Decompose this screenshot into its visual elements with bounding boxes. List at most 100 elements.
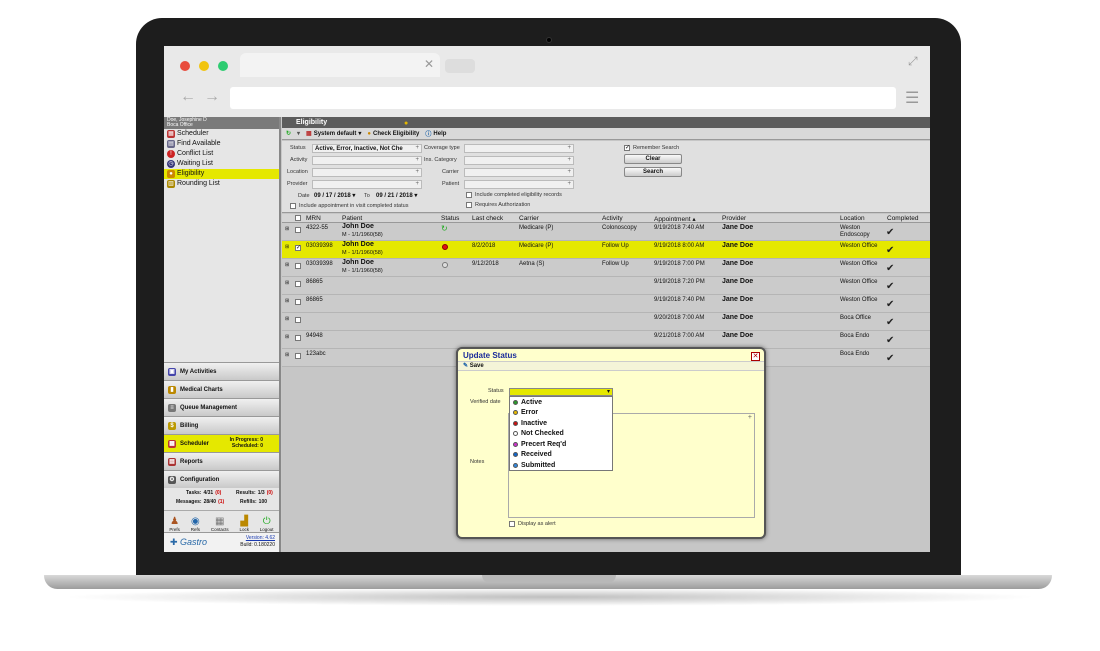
table-row[interactable]: ⊞ 4322-55 John Doe M - 1/1/1960(58) ↻ Medicar… bbox=[282, 223, 930, 241]
section-scheduler[interactable]: ▦ Scheduler In Progress: 0 Scheduled: 0 bbox=[164, 434, 279, 452]
remember-search-checkbox[interactable]: ✓ bbox=[624, 145, 630, 151]
table-row[interactable]: ⊞ 9/20/2018 7:00 AM Jane Doe Boca Office ✔ bbox=[282, 313, 930, 331]
select-all-checkbox[interactable] bbox=[295, 215, 301, 221]
address-bar[interactable] bbox=[230, 87, 896, 109]
column-carrier[interactable]: Carrier bbox=[519, 215, 539, 222]
close-tab-icon[interactable]: ✕ bbox=[424, 57, 434, 71]
requires-auth-checkbox[interactable] bbox=[466, 202, 472, 208]
expand-icon[interactable]: ⊞ bbox=[285, 280, 289, 286]
help-button[interactable]: ⓘ Help bbox=[425, 129, 446, 139]
status-option[interactable]: Precert Req'd bbox=[510, 439, 612, 450]
back-arrow-icon[interactable]: ← bbox=[180, 88, 196, 106]
cell-patient[interactable]: John Doe bbox=[342, 241, 374, 248]
close-window-button[interactable] bbox=[180, 61, 190, 71]
expand-icon[interactable]: ⊞ bbox=[285, 298, 289, 304]
ins-category-filter[interactable]: + bbox=[464, 156, 574, 165]
plus-icon[interactable]: + bbox=[415, 168, 419, 176]
cell-patient[interactable]: John Doe bbox=[342, 223, 374, 230]
status-not-checked-icon[interactable] bbox=[442, 262, 448, 268]
menu-icon[interactable]: ☰ bbox=[905, 88, 919, 108]
carrier-filter[interactable]: + bbox=[464, 168, 574, 177]
column-last-check[interactable]: Last check bbox=[472, 215, 503, 222]
table-row[interactable]: ⊞ 86865 9/19/2018 7:20 PM Jane Doe Weston Of… bbox=[282, 277, 930, 295]
print-icon[interactable]: ▾ bbox=[297, 130, 300, 137]
search-button[interactable]: Search bbox=[624, 167, 682, 177]
activity-filter[interactable]: + bbox=[312, 156, 422, 165]
date-from-input[interactable]: 09 / 17 / 2018 ▾ bbox=[312, 192, 360, 201]
column-patient[interactable]: Patient bbox=[342, 215, 362, 222]
coverage-filter[interactable]: + bbox=[464, 144, 574, 153]
include-elig-checkbox[interactable] bbox=[466, 192, 472, 198]
sidebar-item-waiting-list[interactable]: ◷ Waiting List bbox=[164, 159, 279, 169]
refresh-status-icon[interactable]: ↻ bbox=[441, 224, 448, 233]
status-option[interactable]: Error bbox=[510, 408, 612, 419]
column-mrn[interactable]: MRN bbox=[306, 215, 321, 222]
row-checkbox[interactable] bbox=[295, 227, 301, 233]
plus-icon[interactable]: + bbox=[567, 144, 571, 152]
row-checkbox[interactable] bbox=[295, 263, 301, 269]
sidebar-item-conflict-list[interactable]: ! Conflict List bbox=[164, 149, 279, 159]
lock-button[interactable]: ▟ Lock bbox=[239, 516, 249, 532]
system-default-dropdown[interactable]: ▦ System default ▾ bbox=[306, 130, 361, 138]
sidebar-item-scheduler[interactable]: ▦ Scheduler bbox=[164, 129, 279, 139]
plus-icon[interactable]: + bbox=[415, 180, 419, 188]
plus-icon[interactable]: + bbox=[415, 144, 419, 152]
column-completed[interactable]: Completed bbox=[887, 215, 918, 222]
messages-counter[interactable]: Messages: 28/40 (1) bbox=[176, 498, 224, 507]
close-icon[interactable]: ✕ bbox=[751, 352, 760, 361]
date-to-input[interactable]: 09 / 21 / 2018 ▾ bbox=[374, 192, 424, 201]
status-option[interactable]: Inactive bbox=[510, 418, 612, 429]
expand-icon[interactable]: ⊞ bbox=[285, 352, 289, 358]
status-inactive-icon[interactable] bbox=[442, 244, 448, 250]
plus-icon[interactable]: + bbox=[748, 414, 752, 421]
column-activity[interactable]: Activity bbox=[602, 215, 623, 222]
section-configuration[interactable]: ⚙ Configuration bbox=[164, 470, 279, 488]
browser-tab[interactable]: ✕ bbox=[240, 53, 440, 77]
version-link[interactable]: Version: 4.62 bbox=[246, 535, 275, 541]
plus-icon[interactable]: + bbox=[567, 156, 571, 164]
logout-button[interactable]: ⏻ Logout bbox=[260, 516, 274, 532]
user-box[interactable]: Doe, Josephine D Boca Office bbox=[164, 117, 279, 129]
row-checkbox[interactable] bbox=[295, 281, 301, 287]
row-checkbox[interactable] bbox=[295, 353, 301, 359]
sidebar-item-find-available[interactable]: ▤ Find Available bbox=[164, 139, 279, 149]
fullscreen-icon[interactable]: ⤢ bbox=[908, 54, 918, 69]
expand-icon[interactable]: ⊞ bbox=[285, 244, 289, 250]
row-checkbox[interactable] bbox=[295, 335, 301, 341]
row-checkbox[interactable] bbox=[295, 299, 301, 305]
tasks-counter[interactable]: Tasks: 4/31 (0) bbox=[186, 489, 221, 498]
expand-icon[interactable]: ⊞ bbox=[285, 334, 289, 340]
new-tab-button[interactable] bbox=[445, 59, 475, 73]
sidebar-item-rounding-list[interactable]: ▥ Rounding List bbox=[164, 179, 279, 189]
save-button[interactable]: ✎ Save bbox=[458, 361, 764, 371]
check-eligibility-button[interactable]: ● Check Eligibility bbox=[367, 131, 419, 137]
maximize-window-button[interactable] bbox=[218, 61, 228, 71]
results-counter[interactable]: Results: 1/3 (0) bbox=[236, 489, 273, 498]
section-billing[interactable]: $ Billing bbox=[164, 416, 279, 434]
column-provider[interactable]: Provider bbox=[722, 215, 746, 222]
display-alert-checkbox[interactable] bbox=[509, 521, 515, 527]
row-checkbox[interactable] bbox=[295, 317, 301, 323]
plus-icon[interactable]: + bbox=[567, 168, 571, 176]
patient-filter[interactable]: + bbox=[464, 180, 574, 189]
status-filter[interactable]: Active, Error, Inactive, Not Che + bbox=[312, 144, 422, 153]
refresh-icon[interactable]: ↻ bbox=[286, 130, 291, 137]
minimize-window-button[interactable] bbox=[199, 61, 209, 71]
refills-counter[interactable]: Refills: 100 bbox=[240, 498, 267, 507]
plus-icon[interactable]: + bbox=[415, 156, 419, 164]
location-filter[interactable]: + bbox=[312, 168, 422, 177]
status-option[interactable]: Received bbox=[510, 450, 612, 461]
expand-icon[interactable]: ⊞ bbox=[285, 262, 289, 268]
sidebar-item-eligibility[interactable]: ● Eligibility bbox=[164, 169, 279, 179]
provider-filter[interactable]: + bbox=[312, 180, 422, 189]
status-option[interactable]: Active bbox=[510, 397, 612, 408]
table-row[interactable]: ⊞ 03039398 John Doe M - 1/1/1960(58) 9/12/20… bbox=[282, 259, 930, 277]
column-status[interactable]: Status bbox=[441, 215, 459, 222]
status-option[interactable]: Submitted bbox=[510, 460, 612, 471]
column-location[interactable]: Location bbox=[840, 215, 865, 222]
contacts-button[interactable]: ▦ Contacts bbox=[211, 516, 229, 532]
cell-patient[interactable]: John Doe bbox=[342, 259, 374, 266]
status-option[interactable]: Not Checked bbox=[510, 429, 612, 440]
section-my-activities[interactable]: ▣ My Activities bbox=[164, 362, 279, 380]
refs-button[interactable]: ◉ Refs bbox=[191, 516, 200, 532]
